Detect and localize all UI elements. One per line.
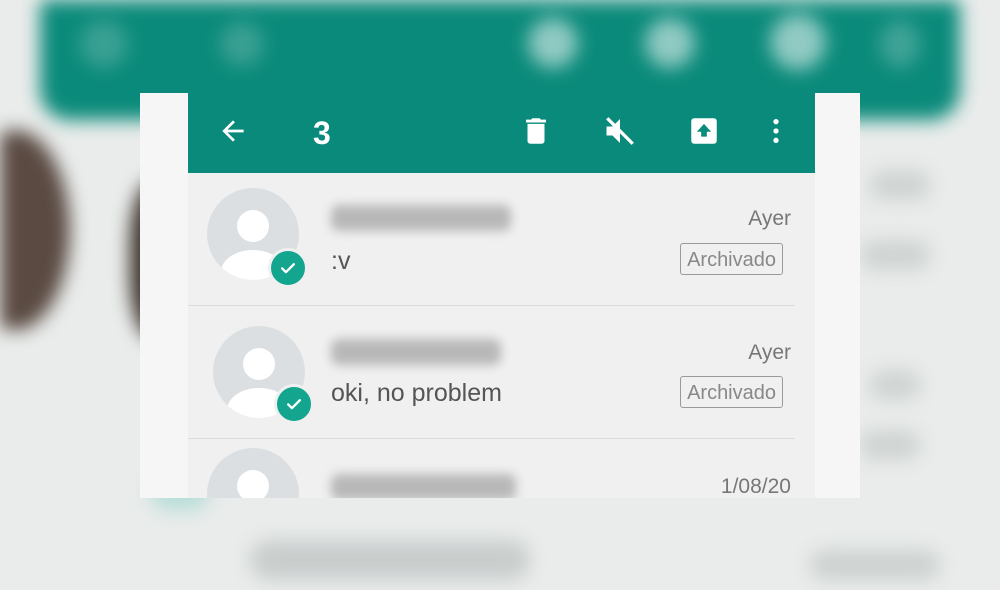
mute-icon bbox=[602, 113, 638, 154]
unarchive-icon bbox=[687, 114, 721, 153]
back-button[interactable] bbox=[205, 105, 261, 161]
selection-app-bar: 3 bbox=[188, 93, 815, 173]
contact-name bbox=[331, 474, 516, 498]
more-options-button[interactable] bbox=[748, 105, 804, 161]
unarchive-button[interactable] bbox=[676, 105, 732, 161]
mute-button[interactable] bbox=[592, 105, 648, 161]
contact-name bbox=[331, 339, 501, 365]
avatar bbox=[207, 448, 299, 498]
chat-time: Ayer bbox=[748, 207, 791, 230]
last-message: :v bbox=[331, 247, 351, 275]
contact-name bbox=[331, 205, 511, 231]
archived-badge: Archivado bbox=[680, 243, 783, 275]
chat-list-screen: 3 Ayer :v Archivado Ayer oki, no problem… bbox=[188, 93, 815, 498]
delete-button[interactable] bbox=[508, 105, 564, 161]
delete-icon bbox=[519, 114, 553, 153]
archived-badge: Archivado bbox=[680, 376, 783, 408]
chat-list-item[interactable]: 1/08/20 bbox=[188, 439, 815, 498]
checkmark-icon bbox=[268, 248, 308, 288]
chat-time: 1/08/20 bbox=[720, 475, 791, 498]
arrow-back-icon bbox=[217, 115, 249, 152]
checkmark-icon bbox=[274, 384, 314, 424]
more-vert-icon bbox=[760, 115, 792, 152]
chat-list-item[interactable]: Ayer :v Archivado bbox=[188, 173, 815, 306]
last-message: oki, no problem bbox=[331, 379, 502, 407]
chat-list-item[interactable]: Ayer oki, no problem Archivado bbox=[188, 306, 815, 439]
chat-time: Ayer bbox=[748, 341, 791, 364]
selected-count: 3 bbox=[313, 115, 331, 151]
